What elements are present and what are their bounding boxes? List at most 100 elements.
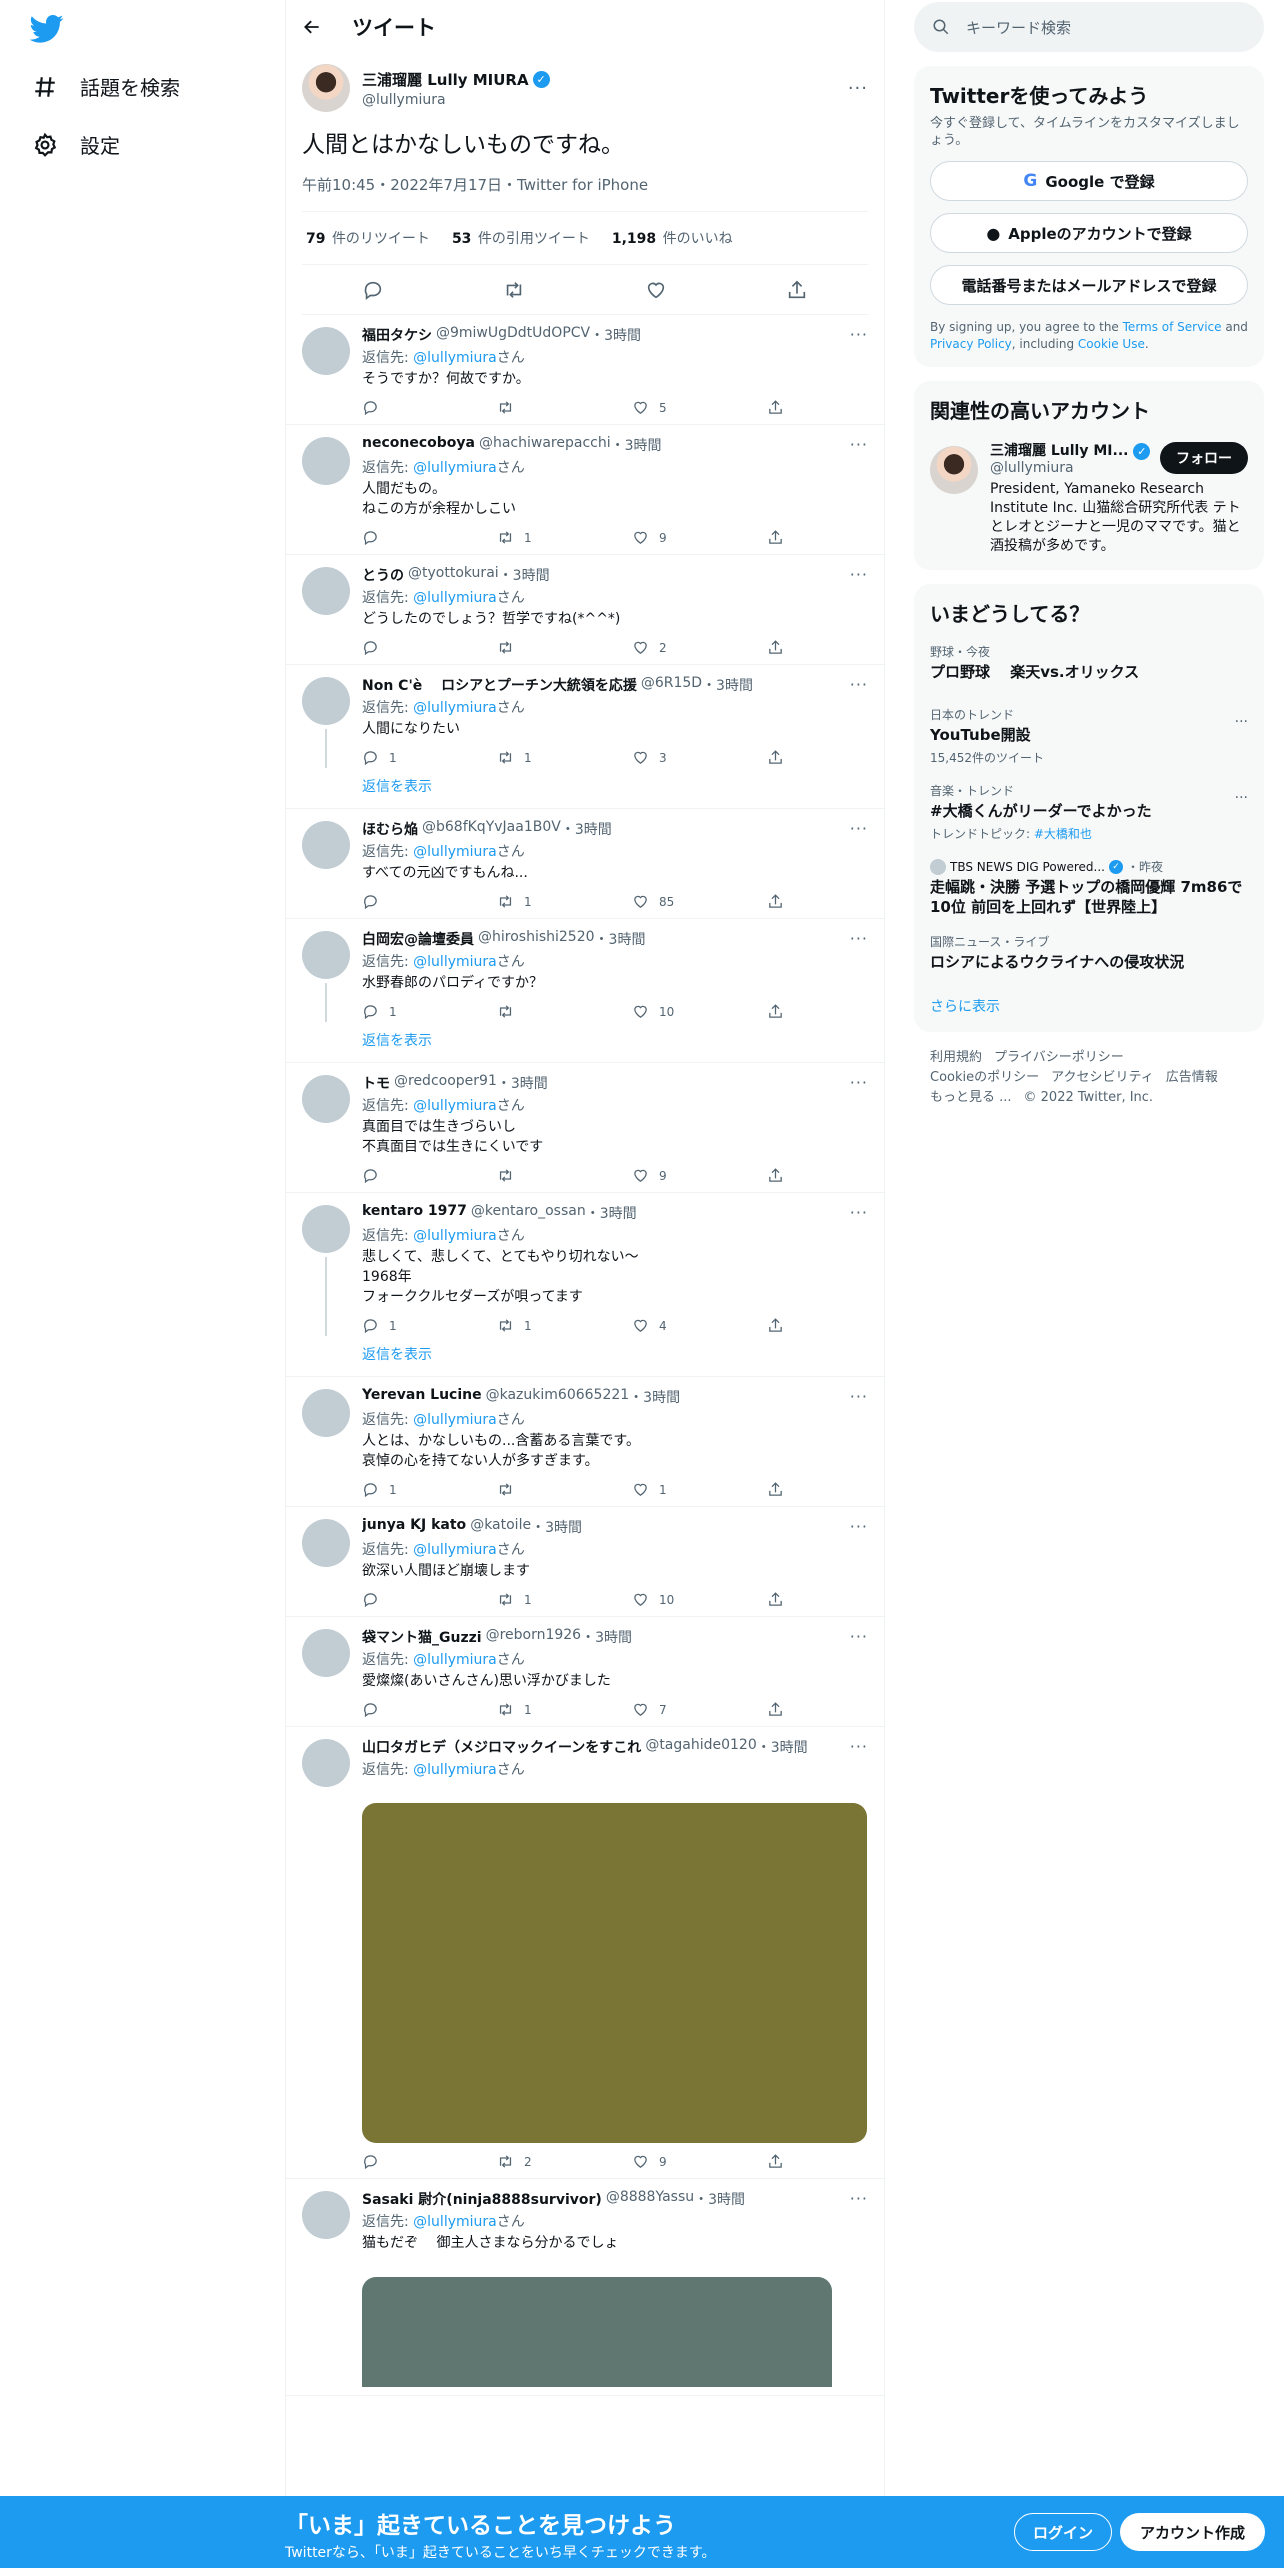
avatar[interactable] (302, 1519, 350, 1567)
reply-author-handle[interactable]: @9miwUgDdtUdOPCV (436, 325, 590, 345)
reply-tweet[interactable]: ほむら焔 @b68fKqYvJaa1B0V ・3時間 ··· 返信先: @lullymi… (286, 809, 884, 919)
reply-button[interactable] (362, 639, 422, 656)
footer-more-link[interactable]: もっと見る ... (930, 1090, 1012, 1105)
share-icon[interactable] (786, 279, 808, 301)
avatar[interactable] (302, 931, 350, 979)
trend-item[interactable]: 音楽・トレンド #大橋くんがリーダーでよかった トレンドトピック: #大橋和也 … (930, 782, 1248, 842)
reply-to-handle[interactable]: @lullymiura (413, 460, 497, 476)
more-options-icon[interactable]: ··· (1235, 714, 1248, 730)
like-button[interactable]: 2 (632, 639, 692, 656)
reply-author-name[interactable]: Sasaki 尉介(ninja8888survivor) (362, 2189, 602, 2209)
reply-author-handle[interactable]: @tagahide0120 (645, 1737, 756, 1757)
tweet-timestamp[interactable]: 午前10:45・2022年7月17日・Twitter for iPhone (302, 174, 868, 212)
reply-to-handle[interactable]: @lullymiura (413, 1098, 497, 1114)
media-image[interactable] (362, 2277, 832, 2387)
share-button[interactable] (767, 639, 787, 656)
retweet-button[interactable]: 1 (497, 893, 557, 910)
share-button[interactable] (767, 1167, 787, 1184)
reply-time[interactable]: ・3時間 (595, 929, 646, 949)
reply-to-handle[interactable]: @lullymiura (413, 590, 497, 606)
follow-button[interactable]: フォロー (1160, 442, 1248, 474)
avatar[interactable] (302, 327, 350, 375)
related-name[interactable]: 三浦瑠麗 Lully MI... (990, 443, 1128, 459)
phone-email-signup-button[interactable]: 電話番号またはメールアドレスで登録 (930, 265, 1248, 305)
trend-item[interactable]: 日本のトレンド YouTube開設 15,452件のツイート ··· (930, 706, 1248, 766)
share-button[interactable] (767, 399, 787, 416)
like-button[interactable]: 1 (632, 1481, 692, 1498)
reply-tweet[interactable]: Yerevan Lucine @kazukim60665221 ・3時間 ··· 返信先… (286, 1377, 884, 1507)
more-options-icon[interactable]: ··· (850, 2189, 868, 2208)
reply-author-name[interactable]: 福田タケシ (362, 325, 432, 345)
like-button[interactable]: 10 (632, 1591, 692, 1608)
reply-button[interactable] (362, 1701, 422, 1718)
share-button[interactable] (767, 1591, 787, 1608)
share-button[interactable] (767, 893, 787, 910)
reply-author-name[interactable]: kentaro 1977 (362, 1203, 467, 1223)
author-handle[interactable]: @lullymiura (362, 92, 848, 108)
avatar[interactable] (302, 677, 350, 725)
more-options-icon[interactable]: ··· (848, 78, 868, 99)
avatar[interactable] (302, 1205, 350, 1253)
reply-time[interactable]: ・3時間 (561, 819, 612, 839)
media-image[interactable] (362, 1803, 867, 2143)
reply-tweet[interactable]: とうの @tyottokurai ・3時間 ··· 返信先: @lullymiuraさん… (286, 555, 884, 665)
reply-author-handle[interactable]: @tyottokurai (408, 565, 499, 585)
avatar[interactable] (930, 446, 978, 494)
reply-time[interactable]: ・3時間 (581, 1627, 632, 1647)
reply-time[interactable]: ・3時間 (694, 2189, 745, 2209)
reply-author-name[interactable]: トモ (362, 1073, 390, 1093)
like-button[interactable]: 9 (632, 2153, 692, 2170)
share-button[interactable] (767, 1481, 787, 1498)
reply-to-handle[interactable]: @lullymiura (413, 2214, 497, 2230)
more-options-icon[interactable]: ··· (850, 435, 868, 454)
show-replies-link[interactable]: 返信を表示 (362, 1334, 868, 1368)
reply-tweet[interactable]: Sasaki 尉介(ninja8888survivor) @8888Yassu ・3… (286, 2179, 884, 2396)
author-name[interactable]: 三浦瑠麗 Lully MIURA (362, 69, 529, 90)
more-options-icon[interactable]: ··· (850, 325, 868, 344)
like-button[interactable]: 9 (632, 529, 692, 546)
retweet-button[interactable] (497, 1481, 557, 1498)
reply-author-handle[interactable]: @katoile (470, 1517, 531, 1537)
reply-author-handle[interactable]: @6R15D (641, 675, 702, 695)
avatar[interactable] (302, 437, 350, 485)
avatar[interactable] (302, 1739, 350, 1787)
footer-privacy-link[interactable]: プライバシーポリシー (994, 1050, 1124, 1065)
retweet-button[interactable] (497, 639, 557, 656)
back-arrow-icon[interactable] (302, 17, 322, 37)
more-options-icon[interactable]: ··· (850, 929, 868, 948)
reply-tweet[interactable]: 袋マント猫_Guzzi @reborn1926 ・3時間 ··· 返信先: @lully… (286, 1617, 884, 1727)
reply-tweet[interactable]: 福田タケシ @9miwUgDdtUdOPCV ・3時間 ··· 返信先: @lullym… (286, 315, 884, 425)
privacy-policy-link[interactable]: Privacy Policy (930, 337, 1012, 351)
trend-item[interactable]: 国際ニュース・ライブ ロシアによるウクライナへの侵攻状況 (930, 933, 1248, 972)
more-options-icon[interactable]: ··· (850, 565, 868, 584)
reply-time[interactable]: ・3時間 (629, 1387, 680, 1407)
google-signup-button[interactable]: G Google で登録 (930, 161, 1248, 201)
reply-author-name[interactable]: junya KJ kato (362, 1517, 466, 1537)
footer-terms-link[interactable]: 利用規約 (930, 1050, 982, 1065)
nav-settings[interactable]: 設定 (32, 130, 120, 159)
reply-author-handle[interactable]: @redcooper91 (394, 1073, 497, 1093)
more-options-icon[interactable]: ··· (850, 1737, 868, 1756)
more-options-icon[interactable]: ··· (1235, 790, 1248, 806)
reply-to-handle[interactable]: @lullymiura (413, 1542, 497, 1558)
reply-icon[interactable] (362, 279, 384, 301)
reply-to-handle[interactable]: @lullymiura (413, 1412, 497, 1428)
reply-time[interactable]: ・3時間 (586, 1203, 637, 1223)
trend-item[interactable]: 野球・今夜 プロ野球 楽天vs.オリックス (930, 643, 1248, 682)
more-options-icon[interactable]: ··· (850, 1073, 868, 1092)
reply-to-handle[interactable]: @lullymiura (413, 700, 497, 716)
show-replies-link[interactable]: 返信を表示 (362, 766, 868, 800)
reply-time[interactable]: ・3時間 (757, 1737, 808, 1757)
avatar[interactable] (302, 1629, 350, 1677)
like-button[interactable]: 7 (632, 1701, 692, 1718)
more-options-icon[interactable]: ··· (850, 1203, 868, 1222)
reply-author-name[interactable]: neconecoboya (362, 435, 475, 455)
signup-button[interactable]: アカウント作成 (1120, 2513, 1266, 2551)
related-account[interactable]: 三浦瑠麗 Lully MI... ✓ @lullymiura フォロー Pres… (930, 440, 1248, 556)
like-count-link[interactable]: 1,198 件のいいね (612, 228, 733, 248)
retweet-button[interactable]: 1 (497, 749, 557, 766)
retweet-button[interactable]: 2 (497, 2153, 557, 2170)
reply-button[interactable] (362, 893, 422, 910)
avatar[interactable] (302, 1389, 350, 1437)
reply-tweet[interactable]: Non C'è ロシアとプーチン大統領を応援 @6R15D ・3時間 ··· 返信先: … (286, 665, 884, 809)
